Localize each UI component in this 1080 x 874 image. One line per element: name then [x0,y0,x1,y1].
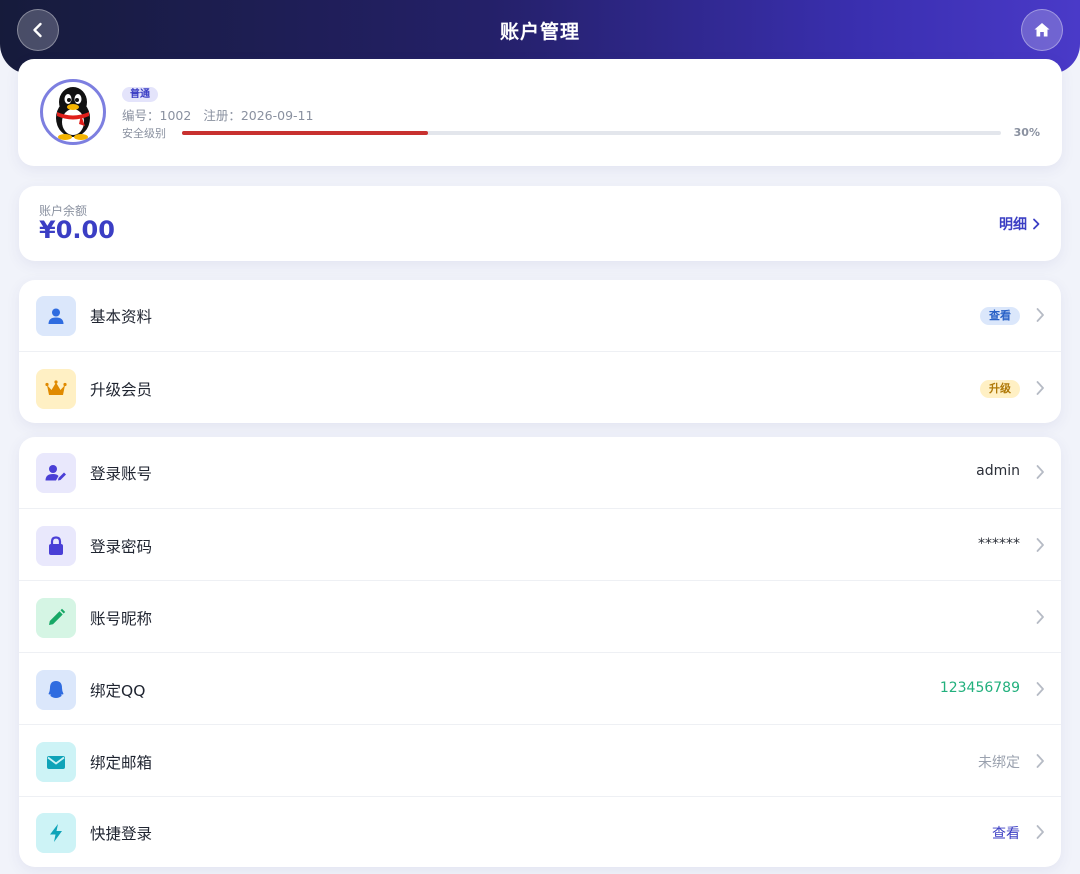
upgrade-pill: 升级 [980,380,1020,398]
security-level-fill [182,131,428,135]
menu-item-login-account[interactable]: 登录账号 admin [19,437,1061,508]
chevron-right-icon [1036,825,1044,839]
chevron-right-icon [1036,754,1044,768]
bolt-icon [36,813,76,853]
balance-value: ¥0.00 [39,216,115,244]
home-button[interactable] [1021,9,1063,51]
chevron-right-icon [1036,538,1044,552]
menu-item-label: 账号昵称 [90,610,153,628]
menu-item-label: 绑定邮箱 [90,754,153,772]
menu-item-label: 登录账号 [90,465,153,483]
menu-item-nickname[interactable]: 账号昵称 [19,580,1061,652]
qq-value: 123456789 [939,680,1020,696]
avatar[interactable] [40,79,106,145]
profile-meta: 编号：1002 注册：2026-09-11 [122,105,325,124]
pencil-icon [36,598,76,638]
chevron-right-icon [1036,465,1044,479]
user-id: 编号：1002 [122,108,192,123]
menu-item-profile[interactable]: 基本资料 查看 [19,280,1061,351]
balance-detail-link[interactable]: 明细 [999,214,1041,234]
security-level-label: 安全级别 [122,127,166,140]
member-level-badge: 普通 [122,87,158,102]
user-edit-icon [36,453,76,493]
user-icon [36,296,76,336]
menu-item-bind-qq[interactable]: 绑定QQ 123456789 [19,652,1061,724]
profile-card: 普通 编号：1002 注册：2026-09-11 安全级别 30% [18,59,1062,166]
menu-item-label: 绑定QQ [90,682,146,700]
qq-icon [36,670,76,710]
login-password-value: ****** [978,536,1020,552]
home-icon [1034,23,1050,37]
chevron-right-icon [1036,381,1044,395]
menu-item-label: 快捷登录 [90,825,153,843]
quick-login-value: 查看 [992,826,1020,842]
menu-group-account: 登录账号 admin 登录密码 ****** 账号昵称 绑定QQ 1234567… [19,437,1061,867]
chevron-right-icon [1036,682,1044,696]
crown-icon [36,369,76,409]
menu-item-login-password[interactable]: 登录密码 ****** [19,508,1061,580]
page-title: 账户管理 [499,21,580,43]
penguin-avatar-icon [56,87,90,140]
chevron-right-icon [1036,308,1044,322]
menu-item-label: 升级会员 [90,381,153,399]
menu-group-membership: 基本资料 查看 升级会员 升级 [19,280,1061,423]
chevron-right-icon [1033,218,1040,230]
menu-item-bind-email[interactable]: 绑定邮箱 未绑定 [19,724,1061,796]
email-value: 未绑定 [978,755,1020,771]
menu-item-label: 登录密码 [90,538,153,556]
balance-detail-label: 明细 [999,217,1027,233]
menu-item-label: 基本资料 [90,308,153,326]
chevron-right-icon [1036,610,1044,624]
mail-icon [36,742,76,782]
security-level-bar [182,131,1001,135]
balance-card: 账户余额 ¥0.00 明细 [19,186,1061,261]
security-level-percent: 30% [1013,126,1040,139]
login-account-value: admin [976,463,1020,479]
menu-item-upgrade[interactable]: 升级会员 升级 [19,351,1061,423]
view-pill: 查看 [980,307,1020,325]
register-date: 注册：2026-09-11 [203,108,314,123]
menu-item-quick-login[interactable]: 快捷登录 查看 [19,796,1061,867]
lock-icon [36,526,76,566]
